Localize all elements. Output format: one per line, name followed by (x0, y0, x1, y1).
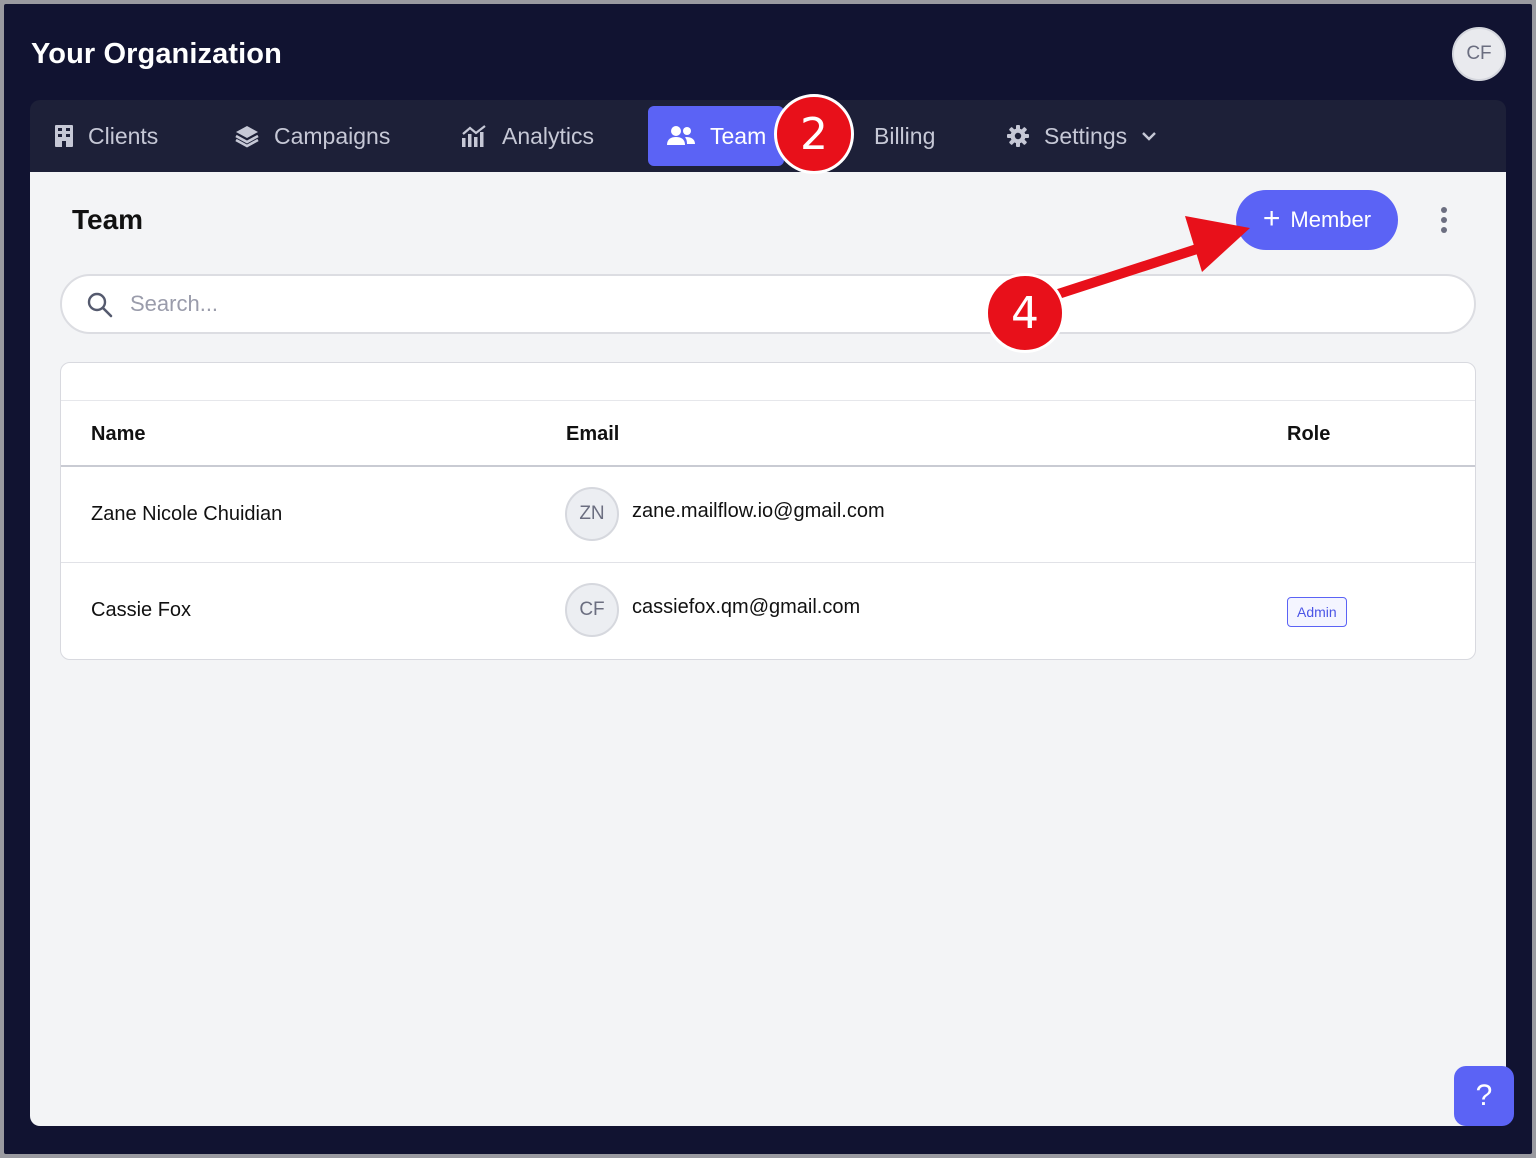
table-toolbar (61, 363, 1475, 401)
gear-icon (1006, 124, 1030, 148)
add-member-label: Member (1290, 207, 1372, 232)
nav-analytics-label: Analytics (502, 122, 595, 149)
nav-analytics[interactable]: Analytics (442, 106, 612, 166)
table-row[interactable]: Zane Nicole Chuidian ZN zane.mailflow.io… (61, 467, 1475, 563)
building-icon (54, 124, 74, 148)
page-title: Team (72, 204, 144, 235)
nav-billing[interactable]: Billing (856, 106, 953, 166)
nav-clients[interactable]: Clients (36, 106, 176, 166)
team-panel: Team + Member Name Email Role Zane Nicol… (30, 172, 1506, 1126)
nav-billing-label: Billing (874, 122, 936, 149)
chevron-down-icon (1141, 131, 1157, 141)
nav-team[interactable]: Team (648, 106, 784, 166)
member-name: Cassie Fox (91, 599, 192, 621)
user-avatar[interactable]: CF (1452, 27, 1506, 81)
nav-campaigns-label: Campaigns (274, 122, 391, 149)
table-row[interactable]: Cassie Fox CF cassiefox.qm@gmail.com Adm… (61, 563, 1475, 659)
app-frame: Your Organization CF Clients Campaigns A… (4, 4, 1532, 1154)
add-member-button[interactable]: + Member (1236, 190, 1398, 250)
chart-icon (460, 124, 488, 148)
search-bar (60, 274, 1476, 334)
member-email: zane.mailflow.io@gmail.com (632, 500, 885, 522)
nav-campaigns[interactable]: Campaigns (216, 106, 408, 166)
help-button[interactable]: ? (1454, 1066, 1514, 1126)
member-name: Zane Nicole Chuidian (91, 503, 283, 525)
column-header-email[interactable]: Email (566, 423, 619, 446)
nav-settings[interactable]: Settings (988, 106, 1175, 166)
nav-clients-label: Clients (88, 122, 159, 149)
avatar: CF (565, 583, 619, 637)
step-marker-4: 4 (985, 273, 1065, 353)
nav-team-label: Team (710, 122, 767, 149)
table-header: Name Email Role (61, 401, 1475, 467)
more-options-icon[interactable] (1432, 202, 1456, 238)
member-email: cassiefox.qm@gmail.com (632, 596, 861, 618)
layers-icon (234, 124, 260, 148)
search-input[interactable] (130, 284, 1450, 324)
org-title: Your Organization (31, 38, 282, 70)
users-icon (666, 125, 696, 147)
column-header-name[interactable]: Name (91, 423, 145, 446)
avatar: ZN (565, 487, 619, 541)
column-header-role[interactable]: Role (1287, 423, 1330, 446)
plus-icon: + (1262, 202, 1281, 235)
search-icon (86, 291, 114, 324)
main-nav: Clients Campaigns Analytics Team Billing (30, 100, 1506, 172)
step-marker-2: 2 (774, 94, 854, 174)
team-table: Name Email Role Zane Nicole Chuidian ZN … (60, 362, 1476, 660)
nav-settings-label: Settings (1044, 122, 1128, 149)
role-badge: Admin (1287, 597, 1347, 627)
